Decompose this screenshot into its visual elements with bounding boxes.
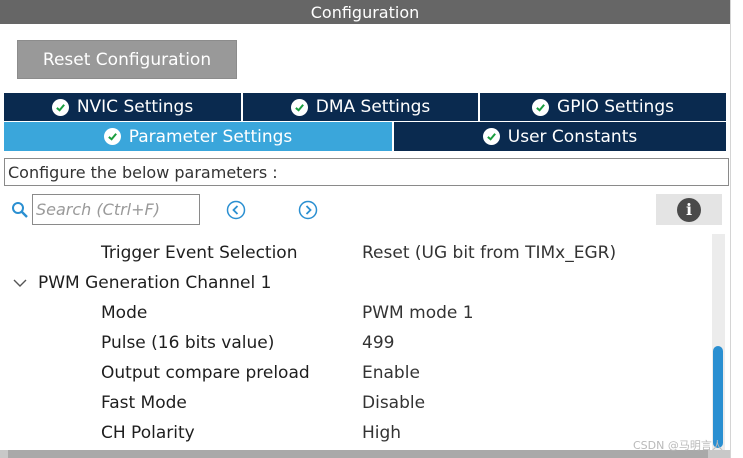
check-circle-icon (532, 98, 550, 116)
param-label: Trigger Event Selection (101, 243, 298, 263)
chevron-down-icon[interactable] (12, 276, 28, 290)
param-row-pulse[interactable]: Pulse (16 bits value) 499 (0, 328, 712, 358)
info-icon: i (677, 197, 701, 222)
info-button[interactable]: i (656, 194, 722, 225)
tab-dma-settings[interactable]: DMA Settings (243, 93, 480, 121)
tab-user-constants[interactable]: User Constants (394, 122, 726, 151)
tab-label: DMA Settings (315, 97, 431, 117)
search-icon (12, 202, 28, 218)
param-label: CH Polarity (101, 423, 195, 443)
parameters-header-text: Configure the below parameters : (8, 162, 278, 182)
reset-configuration-label: Reset Configuration (42, 49, 212, 70)
tab-parameter-settings[interactable]: Parameter Settings (4, 122, 394, 151)
param-value[interactable]: Enable (362, 363, 420, 383)
reset-configuration-button[interactable]: Reset Configuration (17, 40, 237, 79)
vertical-scrollbar-thumb[interactable] (713, 346, 723, 448)
param-label: Mode (101, 303, 148, 323)
window-title: Configuration (310, 2, 420, 22)
param-label: Pulse (16 bits value) (101, 333, 275, 353)
settings-tabs-row-2: Parameter Settings User Constants (4, 122, 726, 151)
param-row-output-compare-preload[interactable]: Output compare preload Enable (0, 358, 712, 388)
param-value[interactable]: Disable (362, 393, 425, 413)
settings-tabs-row-1: NVIC Settings DMA Settings GPIO Settings (4, 93, 726, 121)
window-right-edge (730, 0, 743, 458)
tab-nvic-settings[interactable]: NVIC Settings (4, 93, 243, 121)
tab-gpio-settings[interactable]: GPIO Settings (480, 93, 726, 121)
search-input[interactable] (32, 194, 200, 225)
window-title-bar: Configuration (0, 0, 730, 24)
param-label: Fast Mode (101, 393, 187, 413)
tab-label: Parameter Settings (128, 126, 293, 147)
param-value[interactable]: 499 (362, 333, 394, 353)
watermark: CSDN @马明言人 (633, 439, 723, 452)
tab-label: User Constants (507, 126, 638, 147)
group-pwm-generation-channel-1[interactable]: PWM Generation Channel 1 (0, 268, 712, 298)
check-circle-icon (103, 128, 121, 145)
param-value[interactable]: PWM mode 1 (362, 303, 474, 323)
group-label: PWM Generation Channel 1 (38, 273, 272, 293)
check-circle-icon (482, 128, 500, 145)
parameters-header: Configure the below parameters : (4, 158, 729, 186)
param-row-trigger-event-selection[interactable]: Trigger Event Selection Reset (UG bit fr… (0, 238, 712, 268)
param-label: Output compare preload (101, 363, 310, 383)
check-circle-icon (51, 98, 69, 116)
parameter-tree: Trigger Event Selection Reset (UG bit fr… (0, 228, 712, 450)
previous-match-icon[interactable] (226, 200, 246, 220)
check-circle-icon (290, 98, 308, 116)
horizontal-scrollbar-thumb[interactable] (8, 450, 708, 458)
tab-label: GPIO Settings (557, 97, 674, 117)
param-value[interactable]: High (362, 423, 401, 443)
param-row-ch-polarity[interactable]: CH Polarity High (0, 418, 712, 448)
next-match-icon[interactable] (298, 200, 318, 220)
tab-label: NVIC Settings (76, 97, 194, 117)
param-row-mode[interactable]: Mode PWM mode 1 (0, 298, 712, 328)
param-row-fast-mode[interactable]: Fast Mode Disable (0, 388, 712, 418)
param-value[interactable]: Reset (UG bit from TIMx_EGR) (362, 243, 616, 263)
